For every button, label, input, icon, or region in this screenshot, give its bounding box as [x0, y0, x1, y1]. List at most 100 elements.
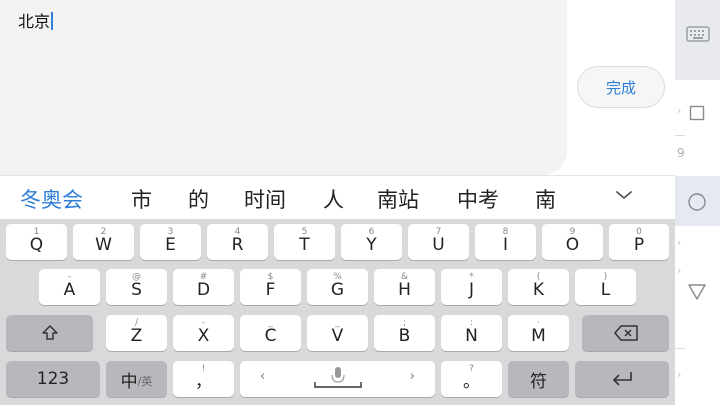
key-x[interactable]: -X: [173, 315, 234, 351]
keyboard-icon: [686, 26, 710, 42]
shift-icon: [41, 325, 58, 340]
key-label: P: [633, 235, 645, 255]
expand-candidates-icon[interactable]: [612, 183, 636, 207]
key-label: U: [432, 235, 445, 255]
candidate-word[interactable]: 的: [188, 184, 209, 214]
key-label: Q: [29, 235, 44, 255]
key-label: M: [531, 326, 546, 346]
key-v[interactable]: _ V: [307, 315, 368, 351]
key-k[interactable]: (K: [508, 269, 569, 305]
side-digit-hint: 9: [677, 146, 685, 160]
key-label: V: [331, 326, 344, 346]
key-label: H: [398, 280, 411, 300]
key-label: 符: [530, 371, 547, 392]
space-key[interactable]: ‹ ›: [240, 361, 435, 397]
backspace-key[interactable]: [582, 315, 669, 351]
key-label: 。: [463, 372, 480, 392]
side-chevron-icon: ›: [677, 236, 682, 249]
mic-icon: [314, 367, 362, 388]
key-label: F: [265, 280, 276, 300]
key-label: R: [231, 235, 244, 255]
numbers-key[interactable]: 123: [6, 361, 100, 397]
recent-apps-icon[interactable]: [689, 105, 705, 121]
language-switch-key[interactable]: 中/英: [106, 361, 167, 397]
candidate-word[interactable]: 时间: [244, 184, 286, 214]
keyboard: 1Q 2W 3E 4R 5T 6Y 7U 8I 9O 0P -A @ S # D $…: [0, 219, 675, 405]
key-r[interactable]: 4R: [207, 224, 268, 260]
key-label: B: [398, 326, 411, 346]
key-label: X: [197, 326, 210, 346]
key-g[interactable]: % G: [307, 269, 368, 305]
key-s[interactable]: @ S: [106, 269, 167, 305]
cursor-right-hint: ›: [409, 369, 415, 384]
key-label: N: [465, 326, 478, 346]
candidate-word[interactable]: 冬奥会: [20, 184, 83, 214]
candidate-word[interactable]: 人: [323, 184, 344, 214]
cursor-left-hint: ‹: [260, 369, 266, 384]
candidate-word[interactable]: 中考: [457, 184, 499, 214]
side-chevron-icon: ›: [677, 264, 682, 277]
key-t[interactable]: 5T: [274, 224, 335, 260]
side-divider: [675, 348, 685, 349]
key-j[interactable]: * J: [441, 269, 502, 305]
key-label: ，: [195, 372, 212, 392]
side-chevron-icon: ›: [677, 104, 682, 117]
key-h[interactable]: & H: [374, 269, 435, 305]
key-label: J: [468, 280, 474, 300]
key-label: K: [532, 280, 545, 300]
done-button[interactable]: 完成: [577, 66, 665, 108]
text-caret: [51, 12, 53, 30]
comma-key[interactable]: !，: [173, 361, 234, 397]
symbols-key[interactable]: 符: [508, 361, 569, 397]
back-icon[interactable]: [687, 283, 707, 301]
key-label: E: [165, 235, 176, 255]
key-a[interactable]: -A: [39, 269, 100, 305]
key-label: S: [131, 280, 142, 300]
keyboard-switch-area[interactable]: [675, 0, 720, 80]
candidate-word[interactable]: 南站: [377, 184, 419, 214]
key-label: 中: [120, 371, 138, 392]
key-u[interactable]: 7U: [408, 224, 469, 260]
key-n[interactable]: :N: [441, 315, 502, 351]
key-label: Y: [366, 235, 377, 255]
key-label: I: [502, 235, 508, 255]
key-z[interactable]: / Z: [106, 315, 167, 351]
candidate-word[interactable]: 市: [131, 184, 152, 214]
key-label: 123: [36, 369, 70, 389]
key-label: L: [600, 280, 611, 300]
key-label: C: [264, 326, 277, 346]
enter-key[interactable]: [575, 361, 669, 397]
home-button-area[interactable]: [675, 176, 720, 226]
key-sub-label: /英: [137, 375, 153, 388]
backspace-icon: [613, 325, 638, 341]
side-chevron-icon: ›: [677, 368, 682, 381]
side-divider: [675, 135, 685, 136]
enter-icon: [613, 372, 632, 386]
key-label: G: [330, 280, 345, 300]
key-label: T: [299, 235, 310, 255]
key-w[interactable]: 2W: [73, 224, 134, 260]
period-key[interactable]: ?。: [441, 361, 502, 397]
key-i[interactable]: 8I: [475, 224, 536, 260]
key-d[interactable]: # D: [173, 269, 234, 305]
key-label: A: [63, 280, 76, 300]
key-p[interactable]: 0P: [609, 224, 669, 260]
key-m[interactable]: · M: [508, 315, 569, 351]
key-l[interactable]: ) L: [575, 269, 636, 305]
key-y[interactable]: 6Y: [341, 224, 402, 260]
home-icon: [688, 193, 706, 211]
shift-key[interactable]: [6, 315, 93, 351]
key-o[interactable]: 9O: [542, 224, 603, 260]
key-f[interactable]: $ F: [240, 269, 301, 305]
key-b[interactable]: ; B: [374, 315, 435, 351]
text-input-area[interactable]: 北京: [0, 0, 567, 175]
key-label: D: [196, 280, 211, 300]
key-label: W: [95, 235, 112, 255]
key-q[interactable]: 1Q: [6, 224, 67, 260]
key-label: Z: [130, 326, 143, 346]
key-label: O: [565, 235, 580, 255]
key-c[interactable]: _ C: [240, 315, 301, 351]
candidate-word[interactable]: 南: [535, 184, 556, 214]
key-e[interactable]: 3E: [140, 224, 201, 260]
input-text: 北京: [18, 12, 51, 31]
